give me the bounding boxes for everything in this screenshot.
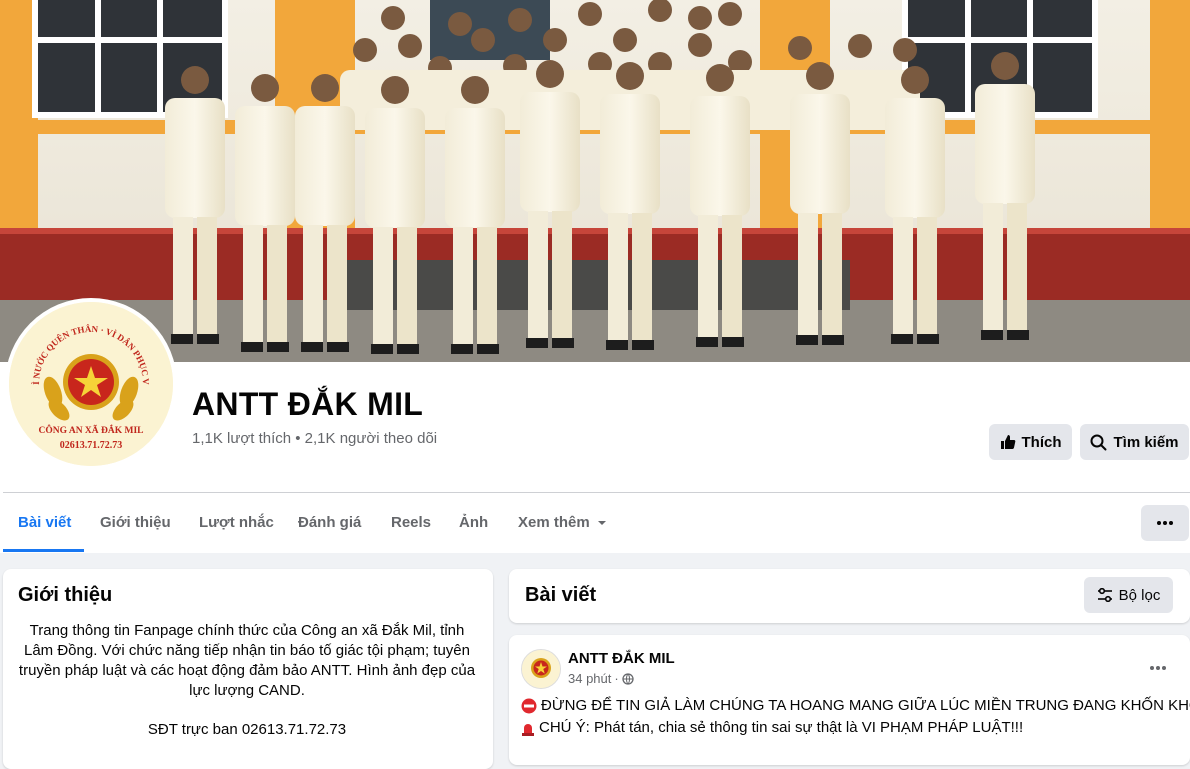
search-button[interactable]: Tìm kiếm: [1080, 424, 1189, 460]
more-options-button[interactable]: [1141, 505, 1189, 541]
svg-text:02613.71.72.73: 02613.71.72.73: [60, 440, 123, 451]
search-button-label: Tìm kiếm: [1113, 433, 1179, 451]
tab-reels[interactable]: Reels: [391, 505, 431, 553]
post-text-line-1: ĐỪNG ĐỂ TIN GIẢ LÀM CHÚNG TA HOANG MANG …: [521, 697, 1190, 714]
police-emblem-icon: [522, 650, 560, 688]
like-button-label: Thích: [1021, 433, 1062, 451]
tab-more-label: Xem thêm: [518, 514, 590, 531]
tab-mentions[interactable]: Lượt nhắc: [199, 505, 274, 553]
intro-description: Trang thông tin Fanpage chính thức của C…: [18, 622, 476, 699]
post-text-line-2: CHÚ Ý: Phát tán, chia sẻ thông tin sai s…: [521, 719, 1023, 736]
post-author-avatar[interactable]: [521, 649, 561, 689]
posts-title: Bài viết: [525, 584, 597, 606]
cover-photo-image: [0, 0, 1190, 362]
intro-phone: SĐT trực ban 02613.71.72.73: [147, 721, 347, 738]
police-emblem-icon: VÌ NƯỚC QUÊN THÂN · VÌ DÂN PHỤC VỤ CÔNG …: [9, 302, 173, 466]
filter-sliders-icon: [1097, 588, 1112, 602]
filter-button[interactable]: Bộ lọc: [1084, 577, 1173, 613]
thumbs-up-icon: [1000, 435, 1015, 449]
filter-button-label: Bộ lọc: [1118, 586, 1161, 604]
no-entry-icon: [521, 698, 537, 713]
page-title: ANTT ĐẮK MIL: [192, 386, 424, 422]
tab-more[interactable]: Xem thêm: [518, 505, 608, 541]
tab-reviews[interactable]: Đánh giá: [298, 505, 361, 553]
page-avatar[interactable]: VÌ NƯỚC QUÊN THÂN · VÌ DÂN PHỤC VỤ CÔNG …: [9, 302, 173, 466]
tab-photos[interactable]: Ảnh: [459, 505, 488, 553]
cover-photo[interactable]: [0, 0, 1190, 362]
search-icon: [1090, 434, 1107, 450]
more-dots-icon: [1150, 666, 1166, 670]
more-dots-icon: [1157, 521, 1173, 525]
page-stats[interactable]: 1,1K lượt thích • 2,1K người theo dõi: [192, 430, 437, 447]
post-time-text: 34 phút: [568, 671, 612, 686]
header-divider: [3, 492, 1190, 493]
tab-about[interactable]: Giới thiệu: [100, 505, 171, 553]
active-tab-indicator: [3, 549, 84, 552]
post-text-1: ĐỪNG ĐỂ TIN GIẢ LÀM CHÚNG TA HOANG MANG …: [541, 697, 1190, 714]
siren-icon: [522, 723, 534, 736]
globe-icon: [622, 672, 634, 685]
post-timestamp[interactable]: 34 phút ·: [568, 671, 634, 686]
post-text-2: CHÚ Ý: Phát tán, chia sẻ thông tin sai s…: [539, 719, 1024, 736]
caret-down-icon: [597, 521, 606, 525]
post-author-name[interactable]: ANTT ĐẮK MIL: [568, 650, 675, 667]
post-options-button[interactable]: [1136, 650, 1180, 686]
intro-title: Giới thiệu: [18, 584, 113, 606]
like-button[interactable]: Thích: [989, 424, 1072, 460]
tab-posts[interactable]: Bài viết: [18, 505, 71, 553]
